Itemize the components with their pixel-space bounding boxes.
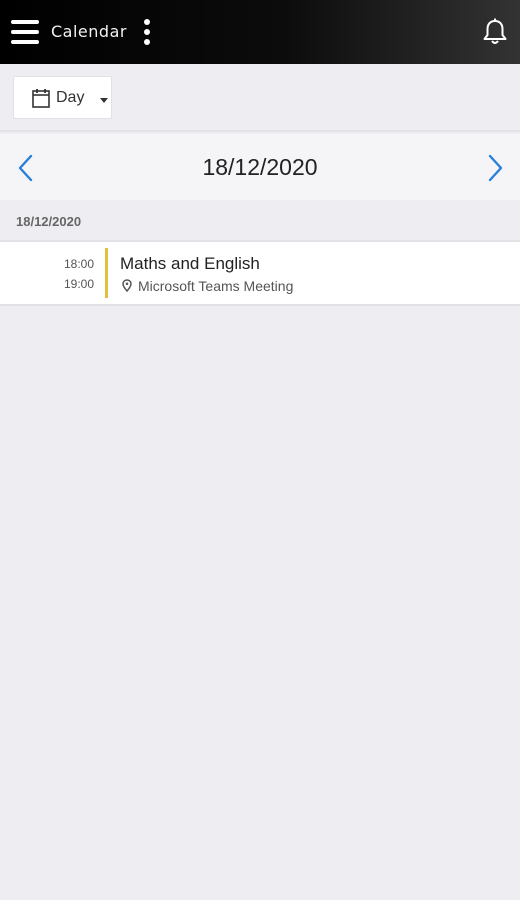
map-pin-icon [122, 279, 132, 297]
chevron-right-icon[interactable] [485, 154, 505, 182]
current-date: 18/12/2020 [202, 154, 318, 180]
hamburger-menu-icon[interactable] [11, 20, 39, 44]
bell-icon[interactable] [480, 17, 510, 47]
event-start-time: 18:00 [63, 257, 94, 271]
caret-down-icon [100, 98, 108, 103]
event-color-bar [105, 248, 108, 298]
agenda-day-header: 18/12/2020 [0, 200, 520, 240]
date-navigator: 18/12/2020 [0, 134, 520, 200]
calendar-icon [32, 88, 50, 113]
event-location: Microsoft Teams Meeting [138, 278, 294, 294]
calendar-toolbar: Day [0, 64, 520, 132]
event-end-time: 19:00 [63, 277, 94, 291]
day-header-date: 18/12/2020 [16, 214, 82, 229]
app-header: Calendar [0, 0, 520, 64]
vertical-ellipsis-icon[interactable] [142, 19, 152, 45]
event-item[interactable]: 18:00 19:00 Maths and English Microsoft … [0, 240, 520, 306]
view-selector-dropdown[interactable]: Day [13, 76, 112, 119]
event-title: Maths and English [120, 254, 260, 273]
view-selector-label: Day [56, 89, 85, 106]
app-title: Calendar [51, 22, 127, 41]
